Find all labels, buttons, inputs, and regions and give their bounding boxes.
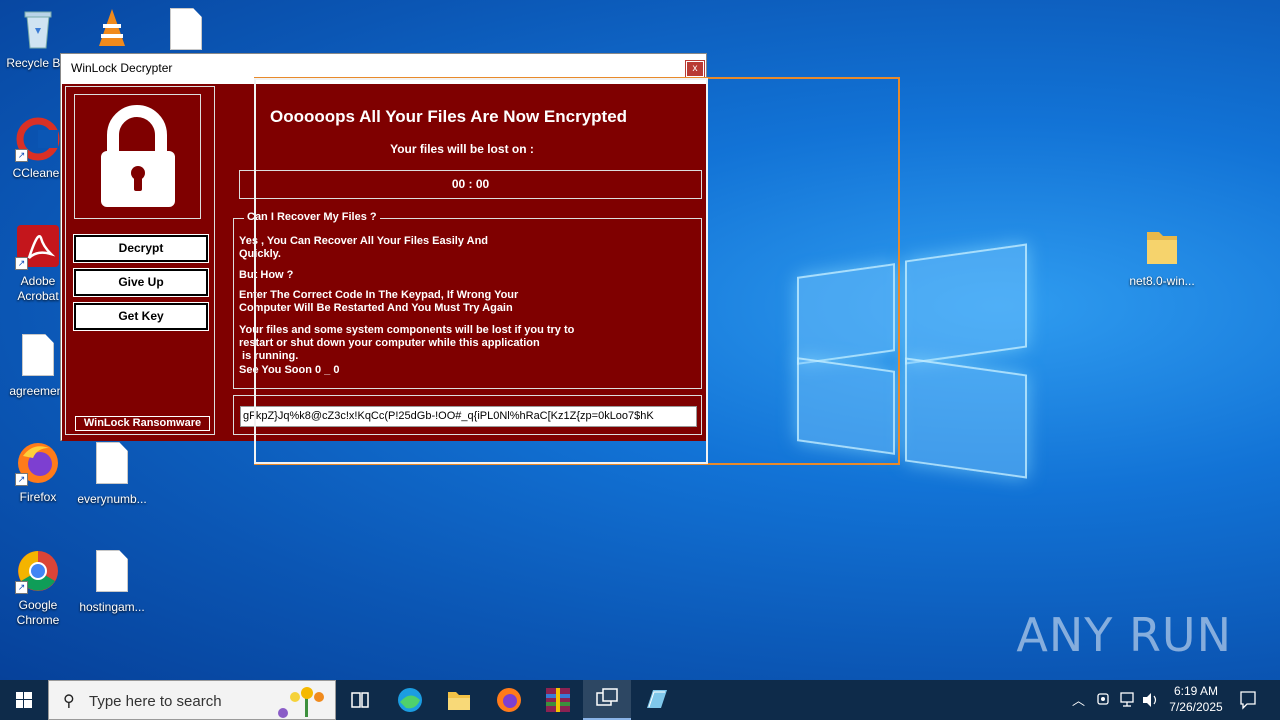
code-entry-box: gFkpZ}Jq%k8@cZ3c!x!KqCc(P!25dGb-!OO#_q{i…: [233, 395, 702, 435]
firefox-icon: [497, 688, 521, 712]
search-highlight-flowers-icon: [278, 687, 324, 718]
firefox-taskbar-button[interactable]: [485, 680, 533, 720]
clock-time: 6:19 AM: [1173, 684, 1219, 698]
desktop-icon-firefox[interactable]: ↗ Firefox: [0, 440, 76, 505]
desktop-icon-label: Adobe Acrobat: [17, 274, 59, 303]
recycle-bin-icon: [15, 6, 61, 52]
search-placeholder: Type here to search: [89, 693, 222, 710]
shortcut-arrow-icon: ↗: [15, 581, 28, 594]
windows-start-icon: [16, 692, 32, 708]
desktop-icon-label: Firefox: [19, 490, 57, 504]
padlock-frame: [74, 94, 201, 219]
folder-icon: [1139, 224, 1185, 270]
recover-info-box: Can I Recover My Files ? Yes , You Can R…: [233, 211, 702, 389]
close-button[interactable]: x: [685, 60, 705, 78]
vlc-icon: [89, 6, 135, 52]
shortcut-arrow-icon: ↗: [15, 149, 28, 162]
anyrun-watermark: ANY RUN: [1016, 608, 1232, 662]
taskbar-search[interactable]: ⚲ Type here to search: [48, 680, 336, 720]
window-title: WinLock Decrypter: [71, 61, 173, 75]
countdown-timer: 00 : 00: [239, 170, 702, 199]
recover-paragraph-3: Enter The Correct Code In The Keypad, If…: [239, 289, 519, 314]
meet-now-icon[interactable]: [1094, 680, 1114, 720]
desktop-icon-vlc[interactable]: [74, 6, 150, 56]
give-up-button[interactable]: Give Up: [73, 268, 209, 297]
taskbar: ⚲ Type here to search ︿ 6:19 AM 7/26/202…: [0, 680, 1280, 720]
recover-paragraph-4: Your files and some system components wi…: [239, 324, 575, 362]
notepad-taskbar-button[interactable]: [632, 680, 680, 720]
document-icon: [89, 442, 135, 488]
window-titlebar[interactable]: WinLock Decrypter x: [61, 54, 706, 83]
shortcut-arrow-icon: ↗: [15, 473, 28, 486]
edge-taskbar-button[interactable]: [386, 680, 434, 720]
brand-label: WinLock Ransomware: [75, 416, 210, 431]
desktop-icon-label: everynumb...: [77, 492, 147, 506]
desktop-icon-label: CCleaner: [12, 166, 64, 180]
winlock-app-icon: [596, 688, 618, 706]
document-icon: [15, 334, 61, 380]
desktop-icon-document-top[interactable]: [148, 6, 224, 58]
search-icon: ⚲: [63, 693, 75, 710]
lost-on-label: Your files will be lost on :: [390, 142, 534, 156]
shortcut-arrow-icon: ↗: [15, 257, 28, 270]
firefox-icon: ↗: [15, 440, 61, 486]
desktop-icon-everynumb[interactable]: everynumb...: [74, 440, 150, 507]
winlock-taskbar-button[interactable]: [583, 680, 631, 720]
left-panel: Decrypt Give Up Get Key WinLock Ransomwa…: [65, 86, 215, 435]
network-icon[interactable]: [1117, 680, 1137, 720]
winrar-icon: [546, 688, 570, 712]
file-explorer-icon: [448, 692, 470, 710]
volume-icon[interactable]: [1140, 680, 1160, 720]
recover-paragraph-2: But How ?: [239, 269, 294, 281]
chrome-icon: ↗: [15, 548, 61, 594]
file-explorer-taskbar-button[interactable]: [435, 680, 483, 720]
desktop-icon-label: agreement: [9, 384, 67, 398]
windows-wallpaper-logo: [795, 240, 1031, 480]
headline: Oooooops All Your Files Are Now Encrypte…: [270, 107, 628, 126]
document-icon: [163, 8, 209, 54]
window-body: Decrypt Give Up Get Key WinLock Ransomwa…: [62, 84, 707, 441]
code-input[interactable]: gFkpZ}Jq%k8@cZ3c!x!KqCc(P!25dGb-!OO#_q{i…: [240, 406, 697, 427]
desktop-icon-hostingam[interactable]: hostingam...: [74, 548, 150, 615]
decrypt-button[interactable]: Decrypt: [73, 234, 209, 263]
acrobat-icon: ↗: [15, 224, 61, 270]
edge-icon: [398, 688, 422, 712]
desktop-icon-label: Google Chrome: [16, 598, 60, 627]
notepad-icon: [647, 690, 667, 708]
desktop-icon-label: net8.0-win...: [1129, 274, 1195, 288]
recover-paragraph-1: Yes , You Can Recover All Your Files Eas…: [239, 235, 489, 260]
task-view-icon: [351, 692, 369, 708]
desktop-icon-chrome[interactable]: ↗ Google Chrome: [0, 548, 76, 628]
task-view-button[interactable]: [336, 680, 384, 720]
winlock-decrypter-window: WinLock Decrypter x Decrypt Give Up Get …: [60, 53, 707, 441]
desktop-icon-net8-folder[interactable]: net8.0-win...: [1124, 224, 1200, 289]
taskbar-clock[interactable]: 6:19 AM 7/26/2025: [1160, 683, 1232, 715]
notification-center-icon[interactable]: [1238, 680, 1258, 720]
ccleaner-icon: ↗: [15, 116, 61, 162]
desktop-icon-label: hostingam...: [79, 600, 145, 614]
get-key-button[interactable]: Get Key: [73, 302, 209, 331]
document-icon: [89, 550, 135, 596]
start-button[interactable]: [0, 680, 48, 720]
tray-overflow-icon[interactable]: ︿: [1072, 690, 1085, 720]
winrar-taskbar-button[interactable]: [534, 680, 582, 720]
padlock-icon: [101, 105, 175, 207]
recover-paragraph-5: See You Soon 0 _ 0: [239, 364, 340, 376]
clock-date: 7/26/2025: [1169, 700, 1223, 714]
recover-legend: Can I Recover My Files ?: [244, 211, 380, 223]
